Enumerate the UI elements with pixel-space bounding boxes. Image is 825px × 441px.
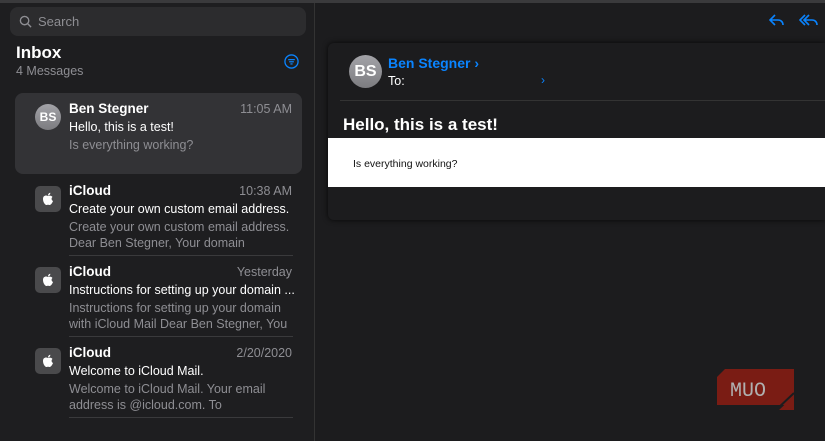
- avatar: BS: [35, 104, 61, 130]
- message-count: 4 Messages: [16, 64, 84, 78]
- reply-icon[interactable]: [769, 13, 785, 27]
- message-sender: iCloud: [69, 183, 111, 198]
- message-time: 11:05 AM: [240, 102, 292, 116]
- message-view: BS Ben Stegner › To: › Hello, this is a …: [328, 43, 825, 220]
- message-body-text: Is everything working?: [353, 158, 458, 170]
- muo-watermark-logo: MUO: [717, 369, 795, 411]
- sender-name-link[interactable]: Ben Stegner ›: [388, 55, 479, 71]
- filter-icon[interactable]: [284, 54, 299, 69]
- to-label: To:: [388, 74, 405, 88]
- search-input[interactable]: Search: [10, 7, 306, 36]
- message-subject: Create your own custom email address.: [69, 202, 290, 216]
- message-list-item[interactable]: BS Ben Stegner 11:05 AM Hello, this is a …: [15, 93, 302, 174]
- divider: [340, 100, 825, 101]
- sidebar: Search Inbox 4 Messages BS Ben Stegner 11…: [0, 3, 315, 441]
- svg-text:MUO: MUO: [730, 380, 766, 403]
- message-preview: Is everything working?: [69, 138, 194, 152]
- message-subject: Instructions for setting up your domain …: [69, 283, 294, 297]
- apple-icon: [35, 267, 61, 293]
- search-icon: [19, 15, 32, 28]
- message-sender: iCloud: [69, 264, 111, 279]
- message-sender: iCloud: [69, 345, 111, 360]
- message-body: Is everything working?: [328, 138, 825, 187]
- recipient-chevron-icon[interactable]: ›: [541, 73, 545, 87]
- message-subject: Hello, this is a test!: [343, 115, 498, 134]
- apple-icon: [35, 348, 61, 374]
- message-preview: Welcome to iCloud Mail. Your email addre…: [69, 382, 266, 412]
- message-time: Yesterday: [236, 265, 292, 279]
- chevron-right-icon: ›: [474, 55, 480, 71]
- message-list-item[interactable]: iCloud 2/20/2020 Welcome to iCloud Mail.…: [15, 337, 302, 418]
- message-preview: Instructions for setting up your domain …: [69, 301, 288, 331]
- message-time: 2/20/2020: [236, 346, 292, 360]
- message-sender: Ben Stegner: [69, 101, 149, 116]
- reply-all-icon[interactable]: [799, 13, 819, 27]
- toolbar: [769, 13, 819, 27]
- divider: [69, 417, 293, 418]
- message-list-item[interactable]: iCloud 10:38 AM Create your own custom e…: [15, 175, 302, 256]
- message-subject: Hello, this is a test!: [69, 120, 174, 134]
- message-time: 10:38 AM: [239, 184, 292, 198]
- search-placeholder: Search: [38, 14, 80, 29]
- sender-name: Ben Stegner: [388, 55, 471, 71]
- mailbox-title: Inbox: [16, 43, 62, 62]
- apple-icon: [35, 186, 61, 212]
- message-preview: Create your own custom email address. De…: [69, 220, 290, 250]
- sender-avatar: BS: [349, 55, 382, 88]
- message-list-item[interactable]: iCloud Yesterday Instructions for settin…: [15, 256, 302, 337]
- message-subject: Welcome to iCloud Mail.: [69, 364, 204, 378]
